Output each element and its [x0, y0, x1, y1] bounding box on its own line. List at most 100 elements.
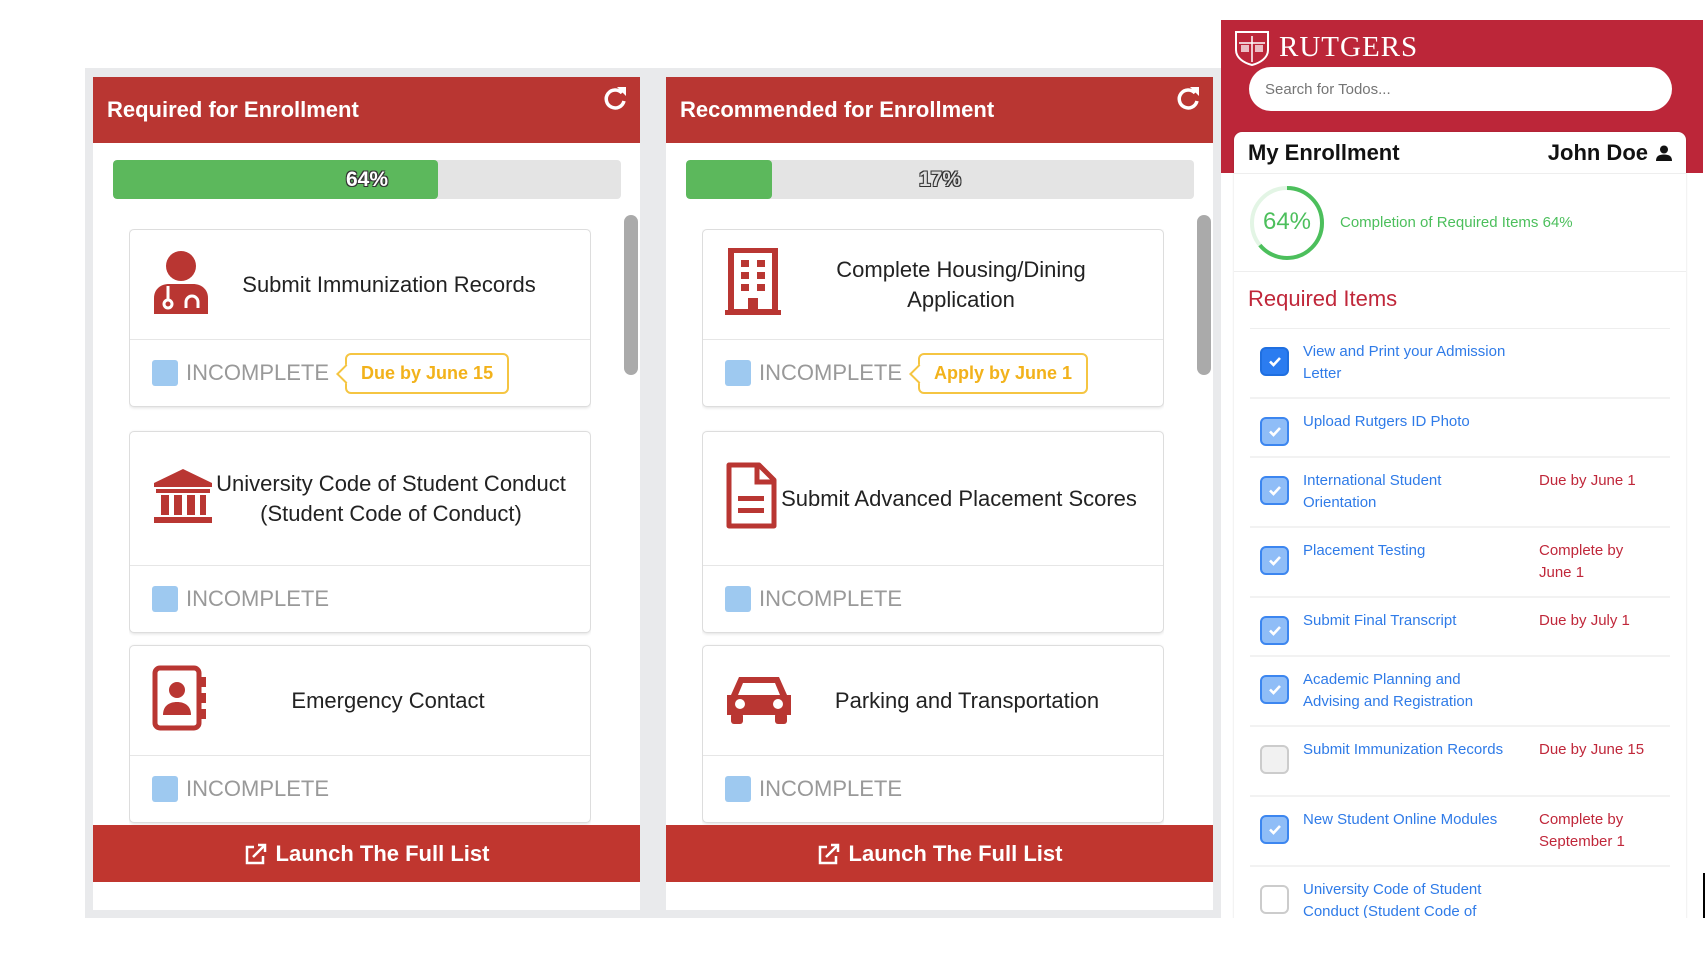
task-card[interactable]: Submit Immunization Records INCOMPLETE D…: [129, 229, 591, 407]
required-item: International Student Orientation Due by…: [1250, 458, 1670, 528]
user-name: John Doe: [1547, 139, 1648, 165]
item-due: Due by June 15: [1539, 741, 1645, 758]
required-item: Academic Planning and Advising and Regis…: [1250, 657, 1670, 727]
item-due: Due by July 1: [1539, 612, 1630, 629]
check-icon: [1268, 486, 1281, 496]
progress-label: 17%: [918, 168, 962, 191]
task-title: Submit Advanced Placement Scores: [781, 485, 1137, 511]
task-card[interactable]: Complete Housing/Dining Application INCO…: [702, 229, 1164, 407]
file-icon: [725, 462, 777, 535]
launch-full-list-button[interactable]: Launch The Full List: [666, 825, 1213, 882]
required-item: View and Print your Admission Letter: [1250, 329, 1670, 399]
task-status: INCOMPLETE: [759, 360, 903, 385]
check-icon: [1268, 357, 1281, 367]
check-icon: [1268, 685, 1281, 695]
due-badge: Due by June 15: [345, 352, 510, 394]
progress-bar: 17%: [686, 160, 1194, 199]
address-book-icon: [152, 665, 208, 736]
university-icon: [152, 467, 214, 530]
task-status: INCOMPLETE: [186, 776, 330, 801]
required-item: Placement Testing Complete by June 1: [1250, 528, 1670, 598]
launch-label: Launch The Full List: [275, 840, 490, 866]
task-card[interactable]: University Code of Student Conduct (Stud…: [129, 431, 591, 633]
task-list: Complete Housing/Dining Application INCO…: [702, 229, 1164, 825]
item-checkbox[interactable]: [1260, 417, 1289, 446]
item-checkbox[interactable]: [1260, 815, 1289, 844]
panel-header: Required for Enrollment: [93, 77, 640, 143]
task-title: Emergency Contact: [291, 687, 485, 713]
user-icon: [1656, 145, 1672, 161]
refresh-icon[interactable]: [602, 85, 628, 111]
item-link[interactable]: International Student Orientation: [1303, 470, 1517, 514]
status-indicator: [152, 586, 178, 612]
task-card[interactable]: Parking and Transportation INCOMPLETE: [702, 645, 1164, 823]
task-status: INCOMPLETE: [186, 586, 330, 611]
check-icon: [1268, 626, 1281, 636]
shield-icon: [1235, 31, 1269, 66]
item-link[interactable]: New Student Online Modules: [1303, 809, 1517, 831]
item-due: Due by June 1: [1539, 472, 1636, 489]
required-items-heading: Required Items: [1248, 286, 1398, 311]
item-checkbox[interactable]: [1260, 616, 1289, 645]
item-link[interactable]: Submit Immunization Records: [1303, 739, 1517, 761]
item-link[interactable]: Academic Planning and Advising and Regis…: [1303, 669, 1517, 713]
external-link-icon: [818, 843, 839, 864]
task-card[interactable]: Submit Advanced Placement Scores INCOMPL…: [702, 431, 1164, 633]
task-status: INCOMPLETE: [759, 586, 903, 611]
item-link[interactable]: Placement Testing: [1303, 540, 1517, 562]
completion-text: Completion of Required Items 64%: [1340, 214, 1573, 231]
task-list: Submit Immunization Records INCOMPLETE D…: [129, 229, 591, 825]
item-due: Complete by June 1: [1539, 542, 1624, 581]
task-status: INCOMPLETE: [759, 776, 903, 801]
check-icon: [1268, 825, 1281, 835]
item-checkbox[interactable]: [1260, 476, 1289, 505]
car-icon: [725, 671, 793, 730]
required-items-list: View and Print your Admission Letter Upl…: [1250, 328, 1670, 918]
item-link[interactable]: Submit Final Transcript: [1303, 610, 1517, 632]
task-title: University Code of Student Conduct (Stud…: [216, 470, 566, 526]
rutgers-logo: RUTGERS: [1233, 28, 1418, 66]
check-icon: [1268, 427, 1281, 437]
task-title: Submit Immunization Records: [242, 271, 536, 297]
panel-header: Recommended for Enrollment: [666, 77, 1213, 143]
item-checkbox[interactable]: [1260, 885, 1289, 914]
scrollbar[interactable]: [1197, 215, 1211, 375]
item-link[interactable]: University Code of Student Conduct (Stud…: [1303, 879, 1517, 918]
completion-ring: 64%: [1248, 184, 1326, 262]
item-link[interactable]: View and Print your Admission Letter: [1303, 341, 1517, 385]
item-due: Complete by September 1: [1539, 811, 1625, 850]
item-checkbox[interactable]: [1260, 546, 1289, 575]
item-checkbox[interactable]: [1260, 745, 1289, 774]
scrollbar[interactable]: [624, 215, 638, 375]
recommended-panel: Recommended for Enrollment 17% Complete …: [666, 77, 1213, 910]
section-title: My Enrollment: [1248, 139, 1400, 165]
user-menu[interactable]: John Doe: [1548, 140, 1672, 166]
brand-name: RUTGERS: [1279, 30, 1419, 63]
launch-label: Launch The Full List: [848, 840, 1063, 866]
doctor-icon: [152, 250, 210, 319]
building-icon: [725, 247, 781, 321]
item-link[interactable]: Upload Rutgers ID Photo: [1303, 411, 1517, 433]
status-indicator: [725, 360, 751, 386]
task-card[interactable]: Emergency Contact INCOMPLETE: [129, 645, 591, 823]
status-indicator: [725, 586, 751, 612]
completion-percent: 64%: [1262, 207, 1312, 235]
status-indicator: [152, 360, 178, 386]
my-enrollment-card: My Enrollment John Doe 64% Completion of…: [1234, 132, 1686, 918]
item-checkbox[interactable]: [1260, 347, 1289, 376]
enrollment-sidebar: RUTGERS My Enrollment John Doe 64% Compl…: [1221, 20, 1703, 918]
external-link-icon: [245, 843, 266, 864]
required-item: Submit Final Transcript Due by July 1: [1250, 598, 1670, 657]
search-todos-input[interactable]: [1249, 67, 1672, 111]
required-item: New Student Online Modules Complete by S…: [1250, 797, 1670, 867]
required-panel: Required for Enrollment 64% Submit Immun…: [93, 77, 640, 910]
launch-full-list-button[interactable]: Launch The Full List: [93, 825, 640, 882]
required-item: University Code of Student Conduct (Stud…: [1250, 867, 1670, 918]
task-title: Parking and Transportation: [834, 687, 1100, 713]
item-checkbox[interactable]: [1260, 675, 1289, 704]
status-indicator: [152, 776, 178, 802]
check-icon: [1268, 556, 1281, 566]
refresh-icon[interactable]: [1175, 85, 1201, 111]
divider-line: [1703, 873, 1705, 918]
panel-title: Recommended for Enrollment: [680, 97, 995, 122]
